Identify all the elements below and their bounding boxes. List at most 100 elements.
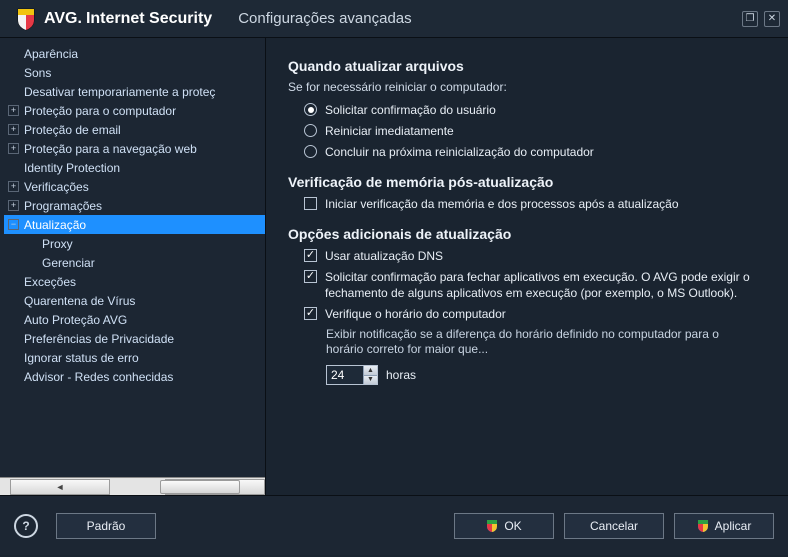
- tree-item-label: Auto Proteção AVG: [24, 313, 127, 327]
- radio-restart-option[interactable]: Solicitar confirmação do usuário: [304, 102, 766, 118]
- checkbox-icon: [304, 197, 317, 210]
- section-memcheck-heading: Verificação de memória pós-atualização: [288, 174, 766, 190]
- tree-item-label: Ignorar status de erro: [24, 351, 139, 365]
- tree-item-label: Exceções: [24, 275, 76, 289]
- window-subtitle: Configurações avançadas: [238, 10, 411, 27]
- tree-item[interactable]: + Proteção de email: [4, 120, 265, 139]
- tree-item[interactable]: Auto Proteção AVG: [4, 310, 265, 329]
- tree-item[interactable]: Preferências de Privacidade: [4, 329, 265, 348]
- ok-button[interactable]: OK: [454, 513, 554, 539]
- sidebar-hscrollbar[interactable]: ◄ ►: [0, 477, 265, 495]
- cancel-button[interactable]: Cancelar: [564, 513, 664, 539]
- radio-restart-option[interactable]: Concluir na próxima reinicialização do c…: [304, 144, 766, 160]
- radio-label: Reiniciar imediatamente: [325, 123, 454, 139]
- close-window-icon[interactable]: ✕: [764, 11, 780, 27]
- checkbox-time[interactable]: Verifique o horário do computador: [304, 306, 766, 322]
- tree-item-label: Preferências de Privacidade: [24, 332, 174, 346]
- tree-item[interactable]: −Atualização: [4, 215, 265, 234]
- checkbox-time-label: Verifique o horário do computador: [325, 306, 506, 322]
- expand-icon[interactable]: +: [8, 124, 19, 135]
- apply-button[interactable]: Aplicar: [674, 513, 774, 539]
- checkbox-close-apps-label: Solicitar confirmação para fechar aplica…: [325, 269, 765, 301]
- spinner-up-icon[interactable]: ▲: [364, 366, 377, 376]
- sidebar: Aparência Sons Desativar temporariamente a…: [0, 38, 266, 495]
- tree-item-label: Verificações: [24, 180, 89, 194]
- tree-item-label: Desativar temporariamente a proteç: [24, 85, 215, 99]
- scroll-thumb[interactable]: [160, 480, 240, 494]
- tree-item[interactable]: Advisor - Redes conhecidas: [4, 367, 265, 386]
- scroll-left-icon[interactable]: ◄: [10, 479, 110, 495]
- radio-label: Solicitar confirmação do usuário: [325, 102, 496, 118]
- time-threshold-input[interactable]: [327, 366, 363, 384]
- shield-icon: [697, 519, 709, 533]
- tree-item-label: Programações: [24, 199, 102, 213]
- tree-item[interactable]: + Proteção para o computador: [4, 101, 265, 120]
- tree-item-label: Proteção para a navegação web: [24, 142, 197, 156]
- expand-icon[interactable]: +: [8, 181, 19, 192]
- tree-item[interactable]: + Verificações: [4, 177, 265, 196]
- checkbox-dns-label: Usar atualização DNS: [325, 248, 443, 264]
- footer: ? Padrão OK Cancelar Aplicar: [0, 496, 788, 555]
- collapse-icon[interactable]: −: [8, 219, 19, 230]
- tree-item[interactable]: Exceções: [4, 272, 265, 291]
- brand-avg: AVG.: [44, 10, 82, 28]
- brand: AVG. Internet Security: [44, 10, 212, 28]
- tree-item[interactable]: Sons: [4, 63, 265, 82]
- tree-item[interactable]: Gerenciar: [4, 253, 265, 272]
- checkbox-close-apps[interactable]: Solicitar confirmação para fechar aplica…: [304, 269, 766, 301]
- section-update-files-sub: Se for necessário reiniciar o computador…: [288, 80, 766, 94]
- tree-item-label: Proteção para o computador: [24, 104, 176, 118]
- radio-icon: [304, 103, 317, 116]
- titlebar: AVG. Internet Security Configurações ava…: [0, 0, 788, 38]
- checkbox-icon: [304, 249, 317, 262]
- expand-icon[interactable]: +: [8, 143, 19, 154]
- tree-item[interactable]: Aparência: [4, 44, 265, 63]
- tree-item-label: Atualização: [24, 218, 86, 232]
- restore-window-icon[interactable]: ❐: [742, 11, 758, 27]
- tree-item-label: Identity Protection: [24, 161, 120, 175]
- radio-icon: [304, 124, 317, 137]
- tree-item-label: Quarentena de Vírus: [24, 294, 135, 308]
- tree-item[interactable]: Ignorar status de erro: [4, 348, 265, 367]
- tree-item[interactable]: Quarentena de Vírus: [4, 291, 265, 310]
- time-threshold-spinner[interactable]: ▲ ▼: [326, 365, 378, 385]
- tree-item-label: Advisor - Redes conhecidas: [24, 370, 173, 384]
- tree-item-label: Aparência: [24, 47, 78, 61]
- tree-item[interactable]: + Proteção para a navegação web: [4, 139, 265, 158]
- radio-label: Concluir na próxima reinicialização do c…: [325, 144, 594, 160]
- tree-item-label: Proteção de email: [24, 123, 121, 137]
- section-additional-heading: Opções adicionais de atualização: [288, 226, 766, 242]
- tree-item[interactable]: Proxy: [4, 234, 265, 253]
- checkbox-memcheck[interactable]: Iniciar verificação da memória e dos pro…: [304, 196, 766, 212]
- default-button-label: Padrão: [87, 519, 126, 533]
- expand-icon[interactable]: +: [8, 105, 19, 116]
- tree-item[interactable]: + Programações: [4, 196, 265, 215]
- checkbox-icon: [304, 270, 317, 283]
- section-update-files-heading: Quando atualizar arquivos: [288, 58, 766, 74]
- nav-tree: Aparência Sons Desativar temporariamente a…: [0, 44, 265, 477]
- tree-item-label: Sons: [24, 66, 51, 80]
- avg-logo-icon: [14, 7, 38, 31]
- checkbox-dns[interactable]: Usar atualização DNS: [304, 248, 766, 264]
- tree-item-label: Proxy: [42, 237, 73, 251]
- checkbox-icon: [304, 307, 317, 320]
- checkbox-memcheck-label: Iniciar verificação da memória e dos pro…: [325, 196, 679, 212]
- cancel-button-label: Cancelar: [590, 519, 638, 533]
- tree-item-label: Gerenciar: [42, 256, 95, 270]
- tree-item[interactable]: Desativar temporariamente a proteç: [4, 82, 265, 101]
- scroll-track[interactable]: [110, 479, 155, 495]
- tree-item[interactable]: Identity Protection: [4, 158, 265, 177]
- spinner-down-icon[interactable]: ▼: [364, 376, 377, 385]
- radio-restart-option[interactable]: Reiniciar imediatamente: [304, 123, 766, 139]
- ok-button-label: OK: [504, 519, 521, 533]
- time-description: Exibir notificação se a diferença do hor…: [326, 327, 746, 357]
- radio-icon: [304, 145, 317, 158]
- expand-icon[interactable]: +: [8, 200, 19, 211]
- default-button[interactable]: Padrão: [56, 513, 156, 539]
- time-unit-label: horas: [386, 368, 416, 382]
- brand-product: Internet Security: [86, 10, 212, 28]
- apply-button-label: Aplicar: [715, 519, 752, 533]
- shield-icon: [486, 519, 498, 533]
- content-panel: Quando atualizar arquivos Se for necessá…: [266, 38, 788, 495]
- help-icon[interactable]: ?: [14, 514, 38, 538]
